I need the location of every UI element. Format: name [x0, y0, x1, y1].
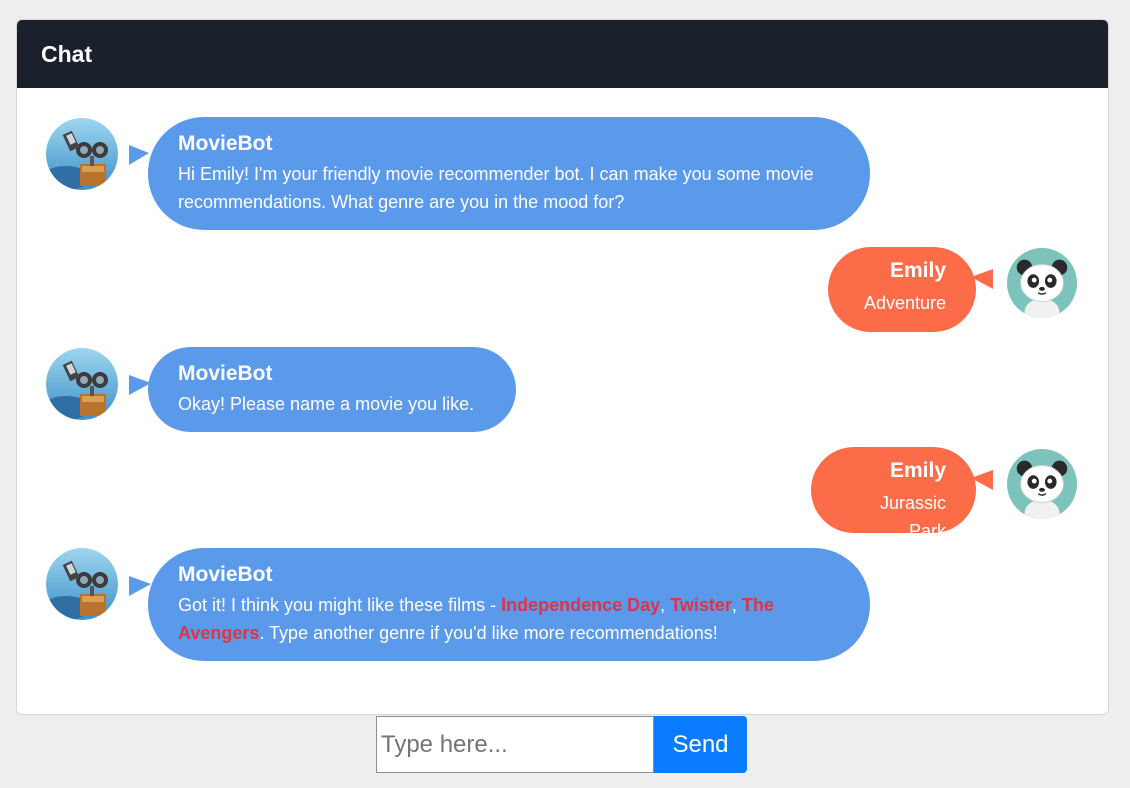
- message-text-intro: Got it! I think you might like these fil…: [178, 595, 502, 615]
- robot-avatar-icon: [46, 548, 118, 620]
- movie-separator: ,: [660, 595, 671, 615]
- message-bubble: MovieBot Okay! Please name a movie you l…: [148, 347, 516, 432]
- message-text: Adventure: [863, 293, 946, 313]
- sender-name: Emily: [889, 259, 946, 282]
- message-bubble: MovieBot Hi Emily! I'm your friendly mov…: [148, 117, 870, 230]
- sender-name: MovieBot: [178, 362, 273, 385]
- movie-separator: ,: [731, 595, 742, 615]
- message-bubble: MovieBot Got it! I think you might like …: [148, 548, 870, 661]
- robot-avatar-icon: [46, 348, 118, 420]
- message-text: Hi Emily! I'm your friendly movie recomm…: [178, 164, 814, 212]
- panda-avatar-icon: [1007, 449, 1077, 519]
- chat-card: Chat MovieBot Hi Emily! I'm your friendl…: [16, 19, 1109, 715]
- movie-recommendation: Independence Day: [501, 595, 661, 615]
- robot-avatar-icon: [46, 118, 118, 190]
- message-bubble: Emily Jurassic Park: [811, 447, 976, 541]
- message-input[interactable]: [376, 716, 654, 773]
- sender-name: MovieBot: [178, 132, 273, 155]
- message-text-outro: . Type another genre if you'd like more …: [259, 623, 718, 643]
- bubble-tail: [129, 576, 151, 596]
- message-text: Jurassic Park: [879, 493, 946, 541]
- send-button[interactable]: Send: [654, 716, 747, 773]
- sender-name: Emily: [889, 459, 946, 482]
- movie-recommendation: Twister: [670, 595, 732, 615]
- bubble-tail: [129, 145, 149, 165]
- message-bubble: Emily Adventure: [828, 247, 976, 332]
- message-text: Got it! I think you might like these fil…: [178, 591, 840, 647]
- bubble-tail: [971, 470, 993, 490]
- chat-header: Chat: [17, 20, 1108, 88]
- sender-name: MovieBot: [178, 563, 273, 586]
- panda-avatar-icon: [1007, 248, 1077, 318]
- message-text: Okay! Please name a movie you like.: [178, 394, 475, 414]
- bubble-tail: [971, 269, 993, 289]
- chat-title: Chat: [41, 41, 93, 67]
